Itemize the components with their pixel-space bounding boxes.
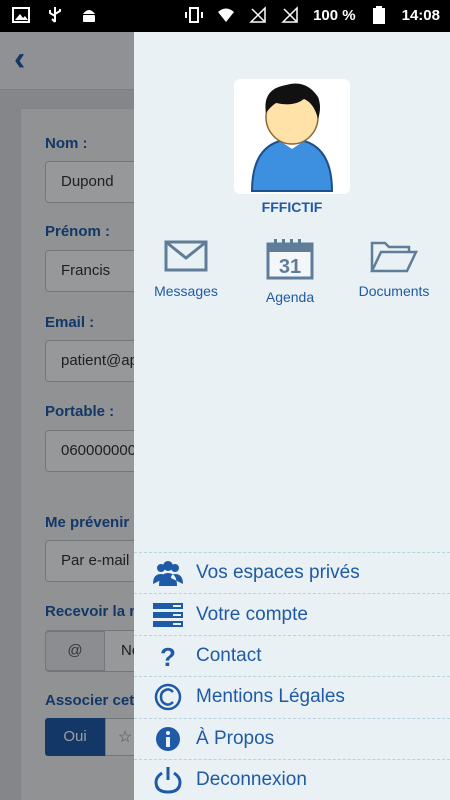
menu-item-contact[interactable]: ? Contact: [134, 634, 450, 676]
menu-item-compte[interactable]: Votre compte: [134, 593, 450, 634]
user-name: FFFICTIF: [261, 199, 323, 215]
menu-label-deconnexion: Deconnexion: [196, 769, 307, 791]
clock: 14:08: [401, 6, 440, 24]
battery-icon: [372, 6, 385, 24]
navigation-drawer: FFFICTIF Messages 31 Agenda Documents Vo…: [134, 32, 450, 800]
copyright-icon: [154, 684, 182, 711]
envelope-icon: [164, 240, 208, 272]
agenda-link[interactable]: 31 Agenda: [240, 238, 340, 305]
menu-item-mentions[interactable]: Mentions Légales: [134, 676, 450, 717]
no-signal-icon: [249, 6, 266, 23]
image-notification-icon: [12, 7, 30, 23]
messages-label: Messages: [154, 283, 218, 299]
users-icon: [153, 561, 183, 587]
avatar[interactable]: [234, 79, 350, 194]
menu-label-apropos: À Propos: [196, 727, 275, 749]
calendar-icon: 31: [266, 239, 314, 280]
account-list-icon: [153, 602, 183, 627]
power-icon: [154, 767, 182, 794]
folder-icon: [370, 241, 418, 273]
menu-item-apropos[interactable]: À Propos: [134, 717, 450, 759]
drawer-menu: Vos espaces privés Votre compte ? Contac…: [134, 552, 450, 800]
calendar-day: 31: [279, 256, 301, 278]
battery-percent: 100 %: [313, 6, 356, 24]
menu-label-contact: Contact: [196, 644, 262, 666]
vibrate-icon: [185, 7, 204, 23]
usb-icon: [49, 7, 61, 23]
question-icon: ?: [160, 643, 176, 669]
menu-label-mentions: Mentions Légales: [196, 686, 345, 708]
wifi-icon: [218, 8, 235, 22]
agenda-label: Agenda: [265, 289, 315, 305]
status-bar: 100 % 14:08: [0, 0, 450, 32]
menu-item-deconnexion[interactable]: Deconnexion: [134, 758, 450, 800]
android-icon: [83, 10, 95, 22]
menu-label-compte: Votre compte: [196, 603, 308, 625]
menu-label-espaces: Vos espaces privés: [196, 562, 360, 584]
menu-item-espaces[interactable]: Vos espaces privés: [134, 552, 450, 593]
documents-link[interactable]: Documents: [344, 238, 444, 299]
user-avatar-icon: [250, 83, 334, 192]
messages-link[interactable]: Messages: [136, 238, 236, 299]
documents-label: Documents: [358, 283, 430, 299]
svg-text:?: ?: [160, 643, 176, 669]
no-signal-icon-2: [281, 6, 298, 23]
info-icon: [156, 726, 180, 751]
